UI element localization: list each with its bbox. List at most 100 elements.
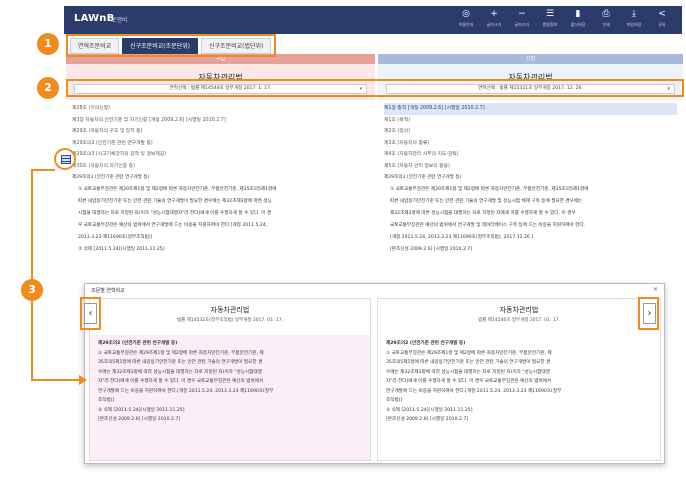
- callout-frame-2: [66, 79, 684, 97]
- popup-article-line: 우에는 제32조제3항에 따라 성능시험을 대행하는 자로 지정된 자(이하 "…: [386, 369, 550, 375]
- callout-badge-1: 1: [37, 33, 59, 55]
- toolbar-button-label: 이용안내: [458, 22, 474, 27]
- callout-frame-prev: [80, 297, 101, 330]
- new-law-header: 신법: [378, 54, 683, 64]
- list-icon: ☰: [545, 9, 555, 19]
- close-icon[interactable]: ×: [653, 286, 658, 293]
- popup-article-line: [본조신설 2009.2.6] [시행일 2010.2.7]: [386, 417, 469, 422]
- zoom-in-icon: +: [490, 9, 498, 19]
- popup-article-line: 제29조의2 (안전기준 관련 연구개발 등): [98, 341, 178, 346]
- app-logo[interactable]: LAWnB: [74, 13, 114, 24]
- toolbar-button-label: 폴더저장: [570, 22, 586, 27]
- article-paragraph: ① 국토교통부장관은 제29조제1항 및 제2항에 따른 자동차안전기준, 부품…: [390, 187, 589, 192]
- toolbar-button-label: 글자크기: [486, 22, 502, 27]
- article-list-item[interactable]: 제29조의2 (안전기준 관련 연구개발 등): [72, 138, 369, 150]
- popup-article-line: 35조의5제1항에 따른 내압용기안전기준 또는 안전 관련 기술의 연구개발이…: [98, 360, 263, 365]
- popup-article-line: 제29조의2 (안전기준 관련 연구개발 등): [386, 341, 466, 346]
- article-list-item[interactable]: 제30조 (자동차의 자기인증 등): [72, 161, 369, 173]
- popup-new-body: 제29조의2 (안전기준 관련 연구개발 등) ① 국토교통부장관은 제29조제1…: [378, 335, 660, 460]
- article-paragraph: 국토교통부장관은 예산의 범위에서 연구개발 및 데이터베이스 구축 등에 드는…: [390, 223, 586, 228]
- article-paragraph: 따른 내압용기안전기준 또는 안전 관련 기술의 연구개발 및 성능시험 체계 …: [390, 199, 583, 204]
- article-paragraph: 제32조제3항에 따른 성능시험을 대행하는 자로 지정된 자에게 이를 수행하…: [390, 211, 576, 216]
- article-list-item[interactable]: 제4조 (자동차관리 사무의 지도·감독): [384, 149, 677, 161]
- article-paragraph: [개정 2011.5.24, 2013.3.23 제11690호(정부조직법),…: [390, 235, 534, 240]
- toolbar-button-label: 인쇄: [602, 22, 610, 27]
- popup-old-body: 제29조의2 (안전기준 관련 연구개발 등) ① 국토교통부장관은 제29조제1…: [90, 335, 370, 460]
- old-law-body: 제28조 (이의신청) 제3장 자동차의 안전기준 및 자기인증 [개정 2009…: [66, 100, 375, 294]
- article-list-item[interactable]: 제28조 (이의신청): [72, 103, 369, 115]
- popup-article-line: 35조의5제1항에 따른 내압용기안전기준 또는 안전 관련 기술의 연구개발이…: [386, 360, 551, 365]
- arrow-right-icon: [79, 375, 87, 385]
- popup-old-version: 법률 제14532호(정부조직법) 일부개정 2017. 01. 17.: [177, 318, 283, 323]
- toolbar-button[interactable]: ⤓ 파일저장: [620, 8, 648, 32]
- callout-connector: [31, 169, 33, 381]
- toolbar-button-label: 글자크기: [514, 22, 530, 27]
- popup-article-line: ① 국토교통부장관은 제29조제1항 및 제2항에 따른 자동차안전기준, 부품…: [98, 350, 264, 356]
- selected-article-title[interactable]: 제29조의2 (안전기준 관련 연구개발 등): [384, 172, 677, 184]
- selected-article-title[interactable]: 제29조의2 (안전기준 관련 연구개발 등): [72, 172, 369, 184]
- article-paragraph: [본조신설 2009.2.6] [시행일 2010.2.7]: [390, 247, 473, 252]
- popup-new-title: 자동차관리법: [499, 306, 539, 314]
- toolbar-button[interactable]: − 글자크기: [508, 8, 536, 32]
- toolbar-button[interactable]: ⎙ 인쇄: [592, 8, 620, 32]
- article-list-item[interactable]: 제3조 (자동차의 종류): [384, 138, 677, 150]
- popup-article-line: ② 삭제 [2011.5.24][시행일 2011.11.25]: [98, 407, 185, 413]
- popup-article-line: 연구개발에 드는 비용을 지원하여야 한다.[개정 2011.5.24, 201…: [98, 388, 274, 394]
- article-paragraph: 우 국토교통부장관은 예산의 범위에서 연구개발에 드는 비용을 지원하여야 한…: [78, 223, 268, 228]
- popup-article-line: 조직법)]: [98, 398, 115, 403]
- article-paragraph: 2013.3.23 제11690호(정부조직법)]: [78, 235, 153, 240]
- callout-badge-2: 2: [37, 77, 59, 99]
- header-toolbar: ◎ 이용안내 + 글자크기 − 글자크기 ☰ 법령정보 ▮ 폴더저장 ⎙ 인쇄 ⤓ 파일저장 < 공유: [452, 8, 676, 32]
- popup-title: 조문별 연혁비교: [91, 288, 125, 294]
- popup-article-line: ② 삭제 [2011.5.24][시행일 2011.11.25]: [386, 407, 473, 413]
- popup-new-version: 법률 제14546호 일부개정 2017. 01. 17.: [478, 318, 560, 323]
- target-icon: ◎: [462, 9, 470, 19]
- folder-icon: ▮: [575, 9, 581, 19]
- toolbar-button-label: 파일저장: [626, 22, 642, 27]
- article-list-item[interactable]: 제3장 자동차의 안전기준 및 자기인증 [개정 2009.2.6] [시행일 …: [72, 115, 369, 127]
- popup-article-line: 자"라 한다)에게 이를 수행하게 할 수 있다. 이 경우 국토교통부장관은 …: [98, 379, 264, 384]
- article-list-item[interactable]: 제5조 (자동차 관리 정보의 활용): [384, 161, 677, 173]
- article-list-item[interactable]: 제1조 (목적): [384, 115, 677, 127]
- toolbar-button-label: 공유: [658, 22, 666, 27]
- app-logo-subtitle: 로앤비: [111, 17, 128, 24]
- callout-connector: [31, 169, 55, 171]
- toolbar-button[interactable]: < 공유: [648, 8, 676, 32]
- article-paragraph: 따른 내압용기안전기준 또는 안전 관련 기술의 연구개발이 필요한 경우에는 …: [78, 199, 272, 204]
- article-list-item[interactable]: 제2조 (정의): [384, 126, 677, 138]
- zoom-out-icon: −: [518, 9, 526, 19]
- new-law-pane: 자동차관리법 연혁선택 : 법률 제15321호 일부개정 2017. 12. …: [378, 64, 683, 294]
- app-header: LAWnB 로앤비 ◎ 이용안내 + 글자크기 − 글자크기 ☰ 법령정보 ▮ 폴더저장 ⎙ 인쇄 ⤓ 파…: [64, 6, 682, 34]
- share-icon: <: [658, 9, 666, 19]
- callout-frame-next: [638, 297, 659, 330]
- article-history-popup: 조문별 연혁비교 × 자동차관리법 법률 제14532호(정부조직법) 일부개정…: [84, 283, 665, 464]
- toolbar-button[interactable]: ▮ 폴더저장: [564, 8, 592, 32]
- old-law-pane: 자동차관리법 연혁선택 : 법률 제14548호 일부개정 2017. 1. 1…: [66, 64, 375, 294]
- article-list-item[interactable]: 제29조의3 (사고기록장치의 장착 및 정보제공): [72, 149, 369, 161]
- article-paragraph: 시험을 대행하는 자로 지정된 자(이하 "성능시험대행자"라 한다)에게 이를…: [78, 211, 272, 216]
- popup-old-pane: 자동차관리법 법률 제14532호(정부조직법) 일부개정 2017. 01. …: [89, 298, 371, 461]
- article-paragraph: ② 삭제 [2011.5.24][시행일 2011.11.25]: [78, 247, 165, 252]
- callout-badge-3: 3: [21, 279, 43, 301]
- toolbar-button[interactable]: + 글자크기: [480, 8, 508, 32]
- toolbar-button-label: 법령정보: [542, 22, 558, 27]
- callout-frame-1: [66, 34, 276, 57]
- callout-connector: [31, 379, 83, 381]
- history-compare-button[interactable]: [54, 148, 76, 170]
- popup-article-line: [본조신설 2009.2.6] [시행일 2010.2.7]: [98, 417, 181, 422]
- popup-article-line: 우에는 제32조제3항에 따라 성능시험을 대행하는 자로 지정된 자(이하 "…: [98, 369, 262, 375]
- popup-article-line: ① 국토교통부장관은 제29조제1항 및 제2항에 따른 자동차안전기준, 부품…: [386, 350, 552, 356]
- popup-old-title: 자동차관리법: [210, 306, 250, 314]
- toolbar-button[interactable]: ◎ 이용안내: [452, 8, 480, 32]
- download-icon: ⤓: [632, 9, 636, 19]
- toolbar-button[interactable]: ☰ 법령정보: [536, 8, 564, 32]
- new-law-body: 제1장 총칙 [개정 2009.2.6] [시행일 2010.2.7] 제1조 (…: [378, 100, 683, 294]
- popup-new-pane: 자동차관리법 법률 제14546호 일부개정 2017. 01. 17. 제29…: [377, 298, 661, 461]
- article-list-item[interactable]: 제29조 (자동차의 구조 및 장치 등): [72, 126, 369, 138]
- popup-article-line: 자"라 한다)에게 이를 수행하게 할 수 있다. 이 경우 국토교통부장관은 …: [386, 379, 552, 384]
- article-list-item[interactable]: 제1장 총칙 [개정 2009.2.6] [시행일 2010.2.7]: [384, 103, 677, 115]
- article-paragraph: ① 국토교통부장관은 제29조제1항 및 제2항에 따른 자동차안전기준, 부품…: [78, 187, 277, 192]
- print-icon: ⎙: [602, 9, 610, 19]
- table-icon: [61, 155, 71, 164]
- popup-article-line: 연구개발에 드는 비용을 지원하여야 한다.[개정 2011.5.24, 201…: [386, 388, 562, 394]
